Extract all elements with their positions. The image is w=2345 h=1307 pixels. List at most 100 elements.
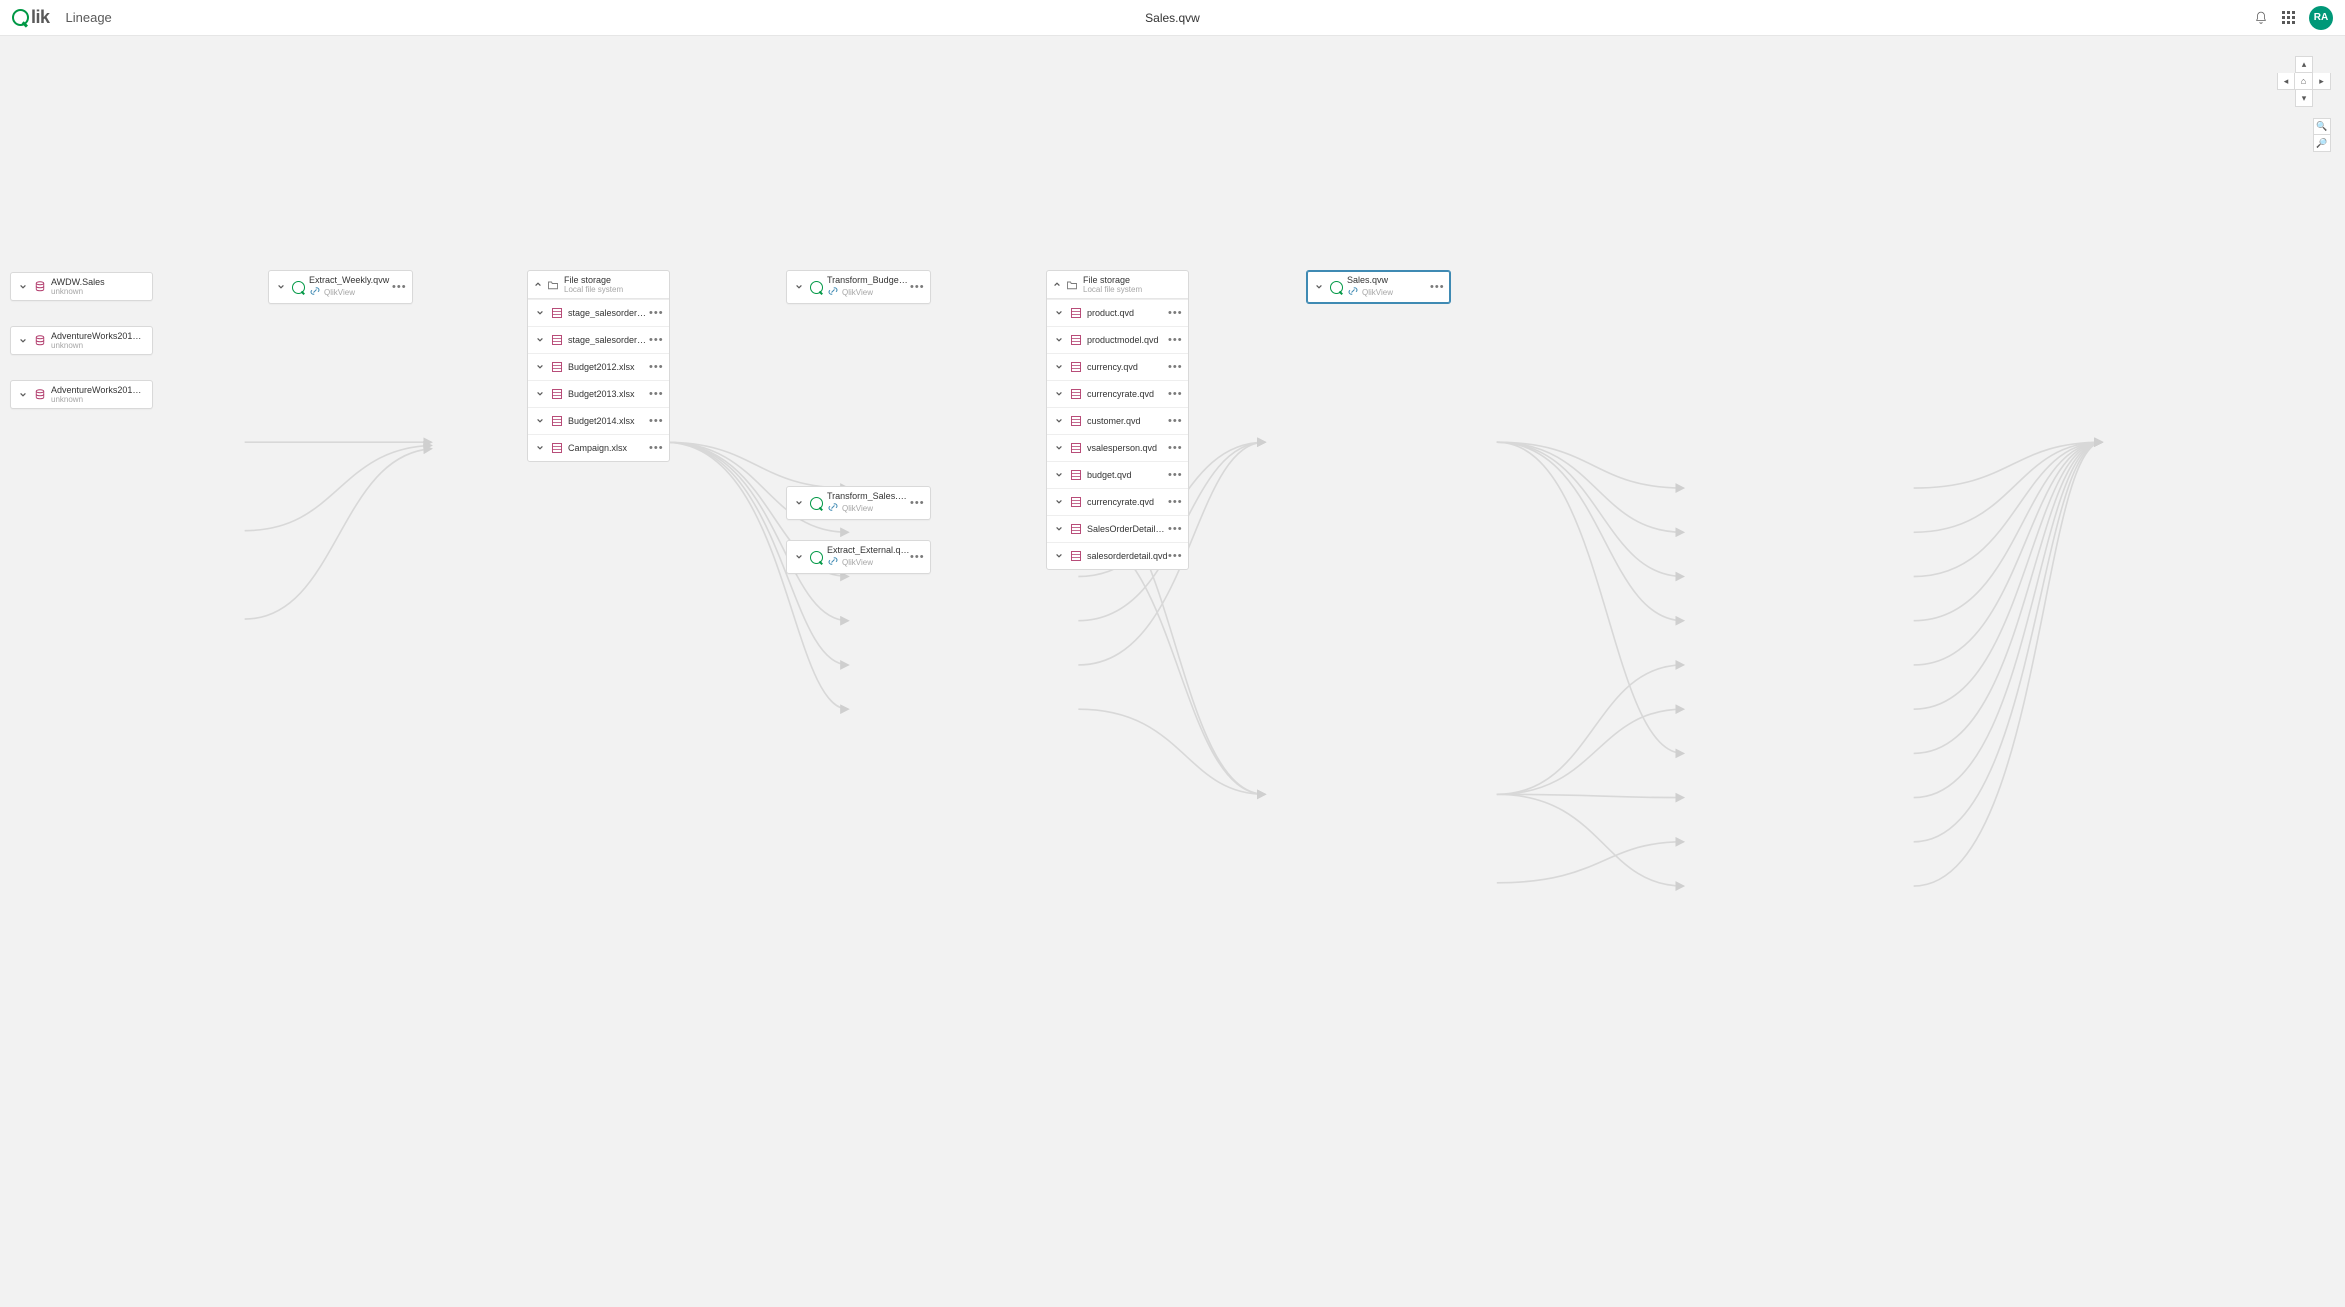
pan-right-button[interactable]: ▸ <box>2313 73 2331 90</box>
pan-down-button[interactable]: ▾ <box>2295 90 2313 107</box>
more-actions-icon[interactable]: ••• <box>1168 550 1182 562</box>
source-node-awdw-sales[interactable]: AWDW.Sales unknown <box>10 272 153 301</box>
more-actions-icon[interactable]: ••• <box>649 334 663 346</box>
chevron-down-icon[interactable] <box>534 442 546 454</box>
file-row[interactable]: Budget2012.xlsx ••• <box>528 353 669 380</box>
app-header: lik Lineage Sales.qvw RA <box>0 0 2345 36</box>
chevron-down-icon[interactable] <box>534 361 546 373</box>
chevron-down-icon[interactable] <box>793 497 805 509</box>
group-header[interactable]: File storage Local file system <box>1047 271 1188 299</box>
chevron-down-icon[interactable] <box>1053 496 1065 508</box>
node-subtitle: QlikView <box>842 558 873 567</box>
chevron-down-icon[interactable] <box>17 389 29 401</box>
more-actions-icon[interactable]: ••• <box>1168 415 1182 427</box>
qlik-logo[interactable]: lik <box>12 7 50 28</box>
avatar[interactable]: RA <box>2309 6 2333 30</box>
pan-up-button[interactable]: ▴ <box>2295 56 2313 73</box>
more-actions-icon[interactable]: ••• <box>910 281 924 293</box>
chevron-down-icon[interactable] <box>1053 469 1065 481</box>
chevron-down-icon[interactable] <box>1053 415 1065 427</box>
breadcrumb[interactable]: Lineage <box>66 10 112 25</box>
chevron-down-icon[interactable] <box>275 281 287 293</box>
more-actions-icon[interactable]: ••• <box>649 388 663 400</box>
chevron-down-icon[interactable] <box>1053 334 1065 346</box>
more-actions-icon[interactable]: ••• <box>1168 307 1182 319</box>
file-row[interactable]: Budget2013.xlsx ••• <box>528 380 669 407</box>
pan-home-button[interactable]: ⌂ <box>2295 73 2313 90</box>
source-node-adventureworks-sales[interactable]: AdventureWorks2017.Sales unknown <box>10 326 153 355</box>
more-actions-icon[interactable]: ••• <box>910 551 924 563</box>
chevron-down-icon[interactable] <box>793 281 805 293</box>
node-title: Extract_Weekly.qvw <box>309 275 392 285</box>
chevron-down-icon[interactable] <box>1053 388 1065 400</box>
file-row[interactable]: productmodel.qvd••• <box>1047 326 1188 353</box>
link-icon <box>309 285 321 299</box>
more-actions-icon[interactable]: ••• <box>910 497 924 509</box>
chevron-down-icon[interactable] <box>534 388 546 400</box>
file-row[interactable]: product.qvd••• <box>1047 299 1188 326</box>
notifications-icon[interactable] <box>2254 11 2268 25</box>
app-node-transform-sales[interactable]: Transform_Sales.qvw QlikView ••• <box>786 486 931 520</box>
file-row[interactable]: SalesOrderDetail_202...••• <box>1047 515 1188 542</box>
chevron-down-icon[interactable] <box>534 415 546 427</box>
chevron-down-icon[interactable] <box>1053 523 1065 535</box>
node-subtitle: QlikView <box>842 504 873 513</box>
more-actions-icon[interactable]: ••• <box>1168 442 1182 454</box>
chevron-down-icon[interactable] <box>17 335 29 347</box>
file-row[interactable]: salesorderdetail.qvd••• <box>1047 542 1188 569</box>
file-row[interactable]: vsalesperson.qvd••• <box>1047 434 1188 461</box>
chevron-down-icon[interactable] <box>1053 550 1065 562</box>
node-subtitle: unknown <box>51 395 146 404</box>
link-icon <box>827 555 839 569</box>
node-title: AdventureWorks2017.Produ... <box>51 385 146 395</box>
more-actions-icon[interactable]: ••• <box>649 361 663 373</box>
chevron-down-icon[interactable] <box>1053 307 1065 319</box>
database-icon <box>33 334 47 348</box>
file-row[interactable]: customer.qvd••• <box>1047 407 1188 434</box>
app-node-extract-external[interactable]: Extract_External.qvw QlikView ••• <box>786 540 931 574</box>
chevron-down-icon[interactable] <box>17 281 29 293</box>
more-actions-icon[interactable]: ••• <box>649 415 663 427</box>
lineage-canvas[interactable]: ▴ ◂ ⌂ ▸ ▾ 🔍 🔎 <box>0 36 2345 1307</box>
more-actions-icon[interactable]: ••• <box>1168 523 1182 535</box>
file-row[interactable]: budget.qvd••• <box>1047 461 1188 488</box>
qlikview-app-icon <box>809 280 823 294</box>
zoom-in-button[interactable]: 🔍 <box>2313 118 2331 135</box>
qlikview-app-icon <box>1329 280 1343 294</box>
pan-left-button[interactable]: ◂ <box>2277 73 2295 90</box>
chevron-down-icon[interactable] <box>793 551 805 563</box>
file-row[interactable]: stage_salesorderdetail.... ••• <box>528 299 669 326</box>
file-row[interactable]: Campaign.xlsx ••• <box>528 434 669 461</box>
more-actions-icon[interactable]: ••• <box>1168 469 1182 481</box>
file-row[interactable]: currencyrate.qvd••• <box>1047 380 1188 407</box>
more-actions-icon[interactable]: ••• <box>1168 361 1182 373</box>
file-row[interactable]: currency.qvd••• <box>1047 353 1188 380</box>
chevron-up-icon[interactable] <box>534 280 542 290</box>
file-row[interactable]: currencyrate.qvd••• <box>1047 488 1188 515</box>
chevron-down-icon[interactable] <box>1053 361 1065 373</box>
more-actions-icon[interactable]: ••• <box>1168 334 1182 346</box>
app-node-sales-target[interactable]: Sales.qvw QlikView ••• <box>1306 270 1451 304</box>
more-actions-icon[interactable]: ••• <box>1168 496 1182 508</box>
app-node-transform-budget[interactable]: Transform_Budget.qvw QlikView ••• <box>786 270 931 304</box>
more-actions-icon[interactable]: ••• <box>649 307 663 319</box>
file-row[interactable]: stage_salesorderhead... ••• <box>528 326 669 353</box>
chevron-down-icon[interactable] <box>534 334 546 346</box>
link-icon <box>827 501 839 515</box>
chevron-down-icon[interactable] <box>534 307 546 319</box>
file-name: currencyrate.qvd <box>1087 389 1168 399</box>
chevron-down-icon[interactable] <box>1053 442 1065 454</box>
more-actions-icon[interactable]: ••• <box>1168 388 1182 400</box>
file-name: productmodel.qvd <box>1087 335 1168 345</box>
app-launcher-icon[interactable] <box>2282 11 2295 24</box>
more-actions-icon[interactable]: ••• <box>392 281 406 293</box>
more-actions-icon[interactable]: ••• <box>649 442 663 454</box>
group-header[interactable]: File storage Local file system <box>528 271 669 299</box>
chevron-up-icon[interactable] <box>1053 280 1061 290</box>
zoom-out-button[interactable]: 🔎 <box>2313 135 2331 152</box>
more-actions-icon[interactable]: ••• <box>1430 281 1444 293</box>
chevron-down-icon[interactable] <box>1313 281 1325 293</box>
app-node-extract-weekly[interactable]: Extract_Weekly.qvw QlikView ••• <box>268 270 413 304</box>
file-row[interactable]: Budget2014.xlsx ••• <box>528 407 669 434</box>
source-node-adventureworks-product[interactable]: AdventureWorks2017.Produ... unknown <box>10 380 153 409</box>
